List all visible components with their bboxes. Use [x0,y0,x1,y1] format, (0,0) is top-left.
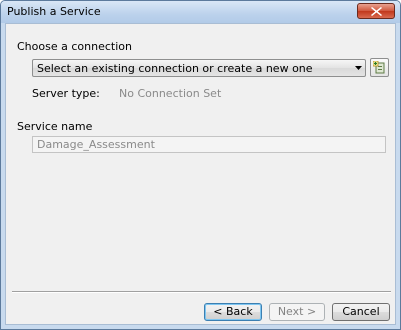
chevron-down-icon [355,66,362,70]
service-name-field[interactable]: Damage_Assessment [32,136,386,153]
server-type-label: Server type: [32,87,100,100]
close-icon [371,7,382,16]
publish-service-dialog: Publish a Service Choose a connection Se… [0,0,401,330]
service-name-label: Service name [17,120,93,133]
connection-dropdown[interactable]: Select an existing connection or create … [32,59,366,77]
connection-dropdown-value: Select an existing connection or create … [37,62,313,75]
dialog-body: Choose a connection Select an existing c… [5,23,396,325]
back-button[interactable]: < Back [204,303,262,321]
title-bar[interactable]: Publish a Service [1,1,400,23]
server-type-value: No Connection Set [119,87,222,100]
add-server-icon [373,61,385,74]
choose-connection-label: Choose a connection [17,40,132,53]
service-name-value: Damage_Assessment [37,138,155,151]
cancel-button[interactable]: Cancel [332,303,390,321]
footer-divider [12,291,391,293]
next-button[interactable]: Next > [269,303,325,321]
add-connection-button[interactable] [370,58,389,77]
window-title: Publish a Service [7,5,101,18]
close-button[interactable] [357,3,395,19]
